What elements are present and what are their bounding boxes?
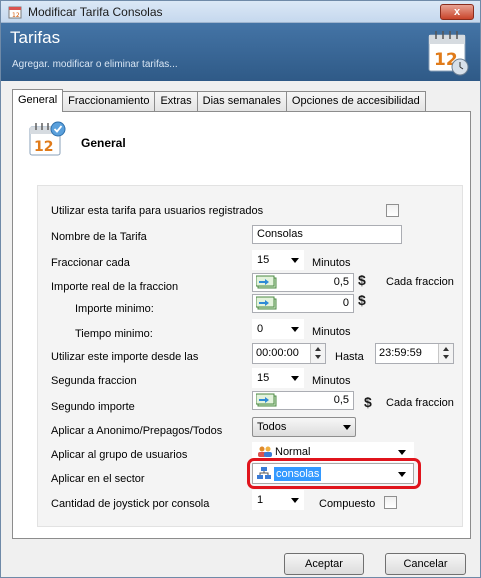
tab-general[interactable]: General [12,89,64,112]
per-fraction-label: Cada fraccion [386,276,454,288]
tab-dias-semanales[interactable]: Dias semanales [196,91,287,112]
apply-group-label: Aplicar al grupo de usuarios [51,449,188,461]
spin-down-icon [315,355,321,359]
money-icon [256,275,277,289]
spin-up-icon [443,347,449,351]
network-icon [257,467,271,479]
tab-strip: General Fraccionamiento Extras Dias sema… [12,89,426,112]
section-title: General [81,136,126,150]
apply-anon-value: Todos [257,421,287,433]
accept-button[interactable]: Aceptar [284,553,364,575]
real-amount-label: Importe real de la fraccion [51,281,179,293]
title-bar: 12 Modificar Tarifa Consolas x [1,1,480,23]
start-time-input[interactable]: 00:00:00 [252,343,326,364]
currency-symbol: $ [364,394,372,410]
chevron-down-icon [291,376,299,381]
second-fraction-select-value: 15 [257,372,270,384]
tariff-dialog-window: 12 Modificar Tarifa Consolas x Tarifas A… [0,0,481,578]
window-title: Modificar Tarifa Consolas [28,5,163,19]
chevron-down-icon [343,425,351,430]
tab-opciones-accesibilidad[interactable]: Opciones de accesibilidad [285,91,426,112]
chevron-down-icon [291,258,299,263]
min-time-unit: Minutos [312,326,351,338]
second-per-fraction-label: Cada fraccion [386,397,454,409]
apply-anon-label: Aplicar a Anonimo/Prepagos/Todos [51,425,223,437]
spin-buttons[interactable] [310,344,325,363]
min-amount-label: Importe minimo: [75,303,154,315]
fraction-unit: Minutos [312,257,351,269]
joystick-select[interactable]: 1 [252,490,304,510]
svg-text:12: 12 [34,139,53,155]
until-label: Hasta [335,351,364,363]
money-icon [256,393,277,407]
chevron-down-icon [398,472,406,477]
second-fraction-unit: Minutos [312,375,351,387]
joystick-select-value: 1 [257,494,264,506]
second-amount-label: Segundo importe [51,401,135,413]
svg-text:12: 12 [12,12,20,19]
fraction-select[interactable]: 15 [252,250,304,270]
close-button[interactable]: x [440,4,474,20]
end-time-value: 23:59:59 [379,347,422,359]
second-fraction-select[interactable]: 15 [252,368,304,388]
apply-anon-select[interactable]: Todos [252,417,356,437]
real-amount-value: 0,5 [333,276,349,288]
end-time-input[interactable]: 23:59:59 [375,343,454,364]
registered-users-checkbox[interactable] [386,204,399,217]
use-from-label: Utilizar este importe desde las [51,351,199,363]
start-time-value: 00:00:00 [256,347,299,359]
spin-up-icon [315,347,321,351]
tab-extras[interactable]: Extras [154,91,198,112]
min-amount-value: 0 [342,297,349,309]
tariff-name-input[interactable]: Consolas [252,225,402,244]
chevron-down-icon [398,450,406,455]
users-icon [258,446,272,457]
chevron-down-icon [291,498,299,503]
min-amount-input[interactable]: 0 [252,294,354,313]
registered-users-label: Utilizar esta tarifa para usuarios regis… [51,205,264,217]
chevron-down-icon [291,327,299,332]
real-amount-input[interactable]: 0,5 [252,273,354,292]
banner-title: Tarifas [10,28,61,47]
fraction-label: Fraccionar cada [51,257,130,269]
sector-value: consolas [274,467,322,481]
min-time-label: Tiempo minimo: [75,328,153,340]
second-amount-value: 0,5 [333,394,349,406]
cancel-button[interactable]: Cancelar [385,553,466,575]
calendar-icon: 12 [8,6,22,19]
second-amount-input[interactable]: 0,5 [252,391,354,410]
header-banner: Tarifas Agregar. modificar o eliminar ta… [1,23,480,81]
calendar-check-icon: 12 [29,121,66,156]
joystick-label: Cantidad de joystick por consola [51,498,210,510]
currency-symbol: $ [358,272,366,288]
second-fraction-label: Segunda fraccion [51,375,137,387]
compound-checkbox[interactable] [384,496,397,509]
spin-down-icon [443,355,449,359]
user-group-value: Normal [275,446,311,458]
min-time-select-value: 0 [257,323,264,335]
compound-label: Compuesto [319,498,376,510]
tariff-name-label: Nombre de la Tarifa [51,231,147,243]
calendar-clock-icon: 12 [428,31,469,76]
fraction-select-value: 15 [257,254,270,266]
spin-buttons[interactable] [438,344,453,363]
apply-sector-label: Aplicar en el sector [51,473,145,485]
tab-fraccionamiento[interactable]: Fraccionamiento [62,91,156,112]
sector-select[interactable]: consolas [252,463,414,484]
money-icon [256,296,277,310]
currency-symbol: $ [358,292,366,308]
min-time-select[interactable]: 0 [252,319,304,339]
banner-subtitle: Agregar. modificar o eliminar tarifas... [12,59,178,70]
